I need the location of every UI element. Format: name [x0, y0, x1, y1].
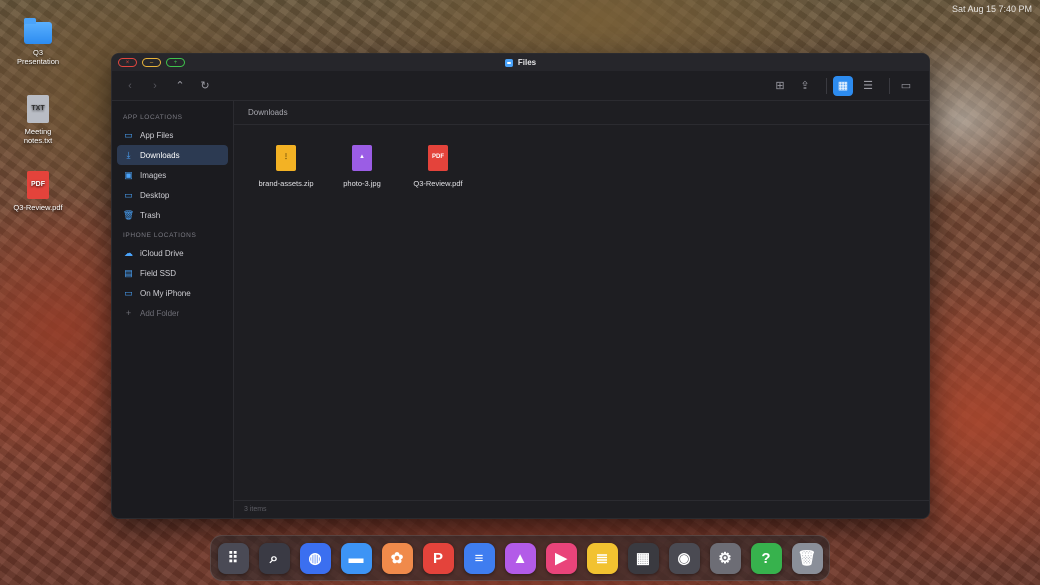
- sidebar-item-downloads[interactable]: ⤓ Downloads: [117, 145, 228, 165]
- breadcrumb: Downloads: [234, 101, 929, 125]
- file-item-photo-3[interactable]: ▲ photo-3.jpg: [334, 145, 390, 189]
- browser-icon[interactable]: ◍: [299, 542, 331, 574]
- up-button[interactable]: ⌃: [170, 76, 190, 96]
- sidebar-item-label: Downloads: [140, 150, 180, 160]
- trash-icon[interactable]: 🗑: [791, 542, 823, 574]
- list-view-button[interactable]: ☰: [858, 76, 878, 96]
- zip-file-icon: ⋮: [276, 145, 296, 171]
- camera-icon[interactable]: ◉: [668, 542, 700, 574]
- desktop-icon-q3-presentation[interactable]: Q3 Presentation: [13, 18, 63, 67]
- files-app-icon: [504, 58, 513, 67]
- files-window: × – + Files ‹ › ⌃ ↻ ⊞ ⇪ ▦ ☰ ▭ App Locati…: [111, 53, 930, 519]
- title-bar[interactable]: × – + Files: [112, 54, 929, 71]
- forward-button[interactable]: ›: [145, 76, 165, 96]
- minimize-button[interactable]: –: [142, 58, 161, 67]
- docs-icon[interactable]: ≡: [463, 542, 495, 574]
- sidebar-item-label: Field SSD: [140, 268, 177, 278]
- sidebar-item-label: On My iPhone: [140, 288, 191, 298]
- photos-icon[interactable]: ✿: [381, 542, 413, 574]
- launchpad-icon[interactable]: ⠿: [217, 542, 249, 574]
- plus-icon: +: [125, 308, 132, 318]
- pdf-file-icon: PDF: [27, 171, 49, 199]
- sidebar-item-label: iCloud Drive: [140, 248, 184, 258]
- refresh-button[interactable]: ↻: [195, 76, 215, 96]
- sidebar-item-trash[interactable]: 🗑 Trash: [117, 205, 228, 225]
- toolbar: ‹ › ⌃ ↻ ⊞ ⇪ ▦ ☰ ▭: [112, 71, 929, 101]
- sidebar-item-images[interactable]: ▣ Images: [117, 165, 228, 185]
- sidebar-item-label: Trash: [140, 210, 161, 220]
- cloud-icon: ☁: [124, 247, 133, 258]
- image-icon: ▣: [124, 169, 133, 180]
- desktop-icon-label: Q3 Presentation: [16, 48, 60, 67]
- sidebar-item-desktop[interactable]: ▭ Desktop: [117, 185, 228, 205]
- file-item-q3-review[interactable]: PDF Q3-Review.pdf: [410, 145, 466, 189]
- sidebar-section-iphone-locations: iPhone Locations: [123, 232, 197, 239]
- airplay-button[interactable]: ▭: [896, 76, 916, 96]
- folder-icon: ▭: [124, 287, 133, 298]
- finder-search-icon[interactable]: ⌕: [258, 542, 290, 574]
- window-title: Files: [517, 58, 537, 67]
- add-folder-label: Add Folder: [140, 308, 180, 318]
- help-icon[interactable]: ?: [750, 542, 782, 574]
- text-file-icon: TXT: [27, 95, 49, 123]
- download-icon: ⤓: [126, 149, 131, 160]
- sidebar-item-on-my-iphone[interactable]: ▭ On My iPhone: [117, 283, 228, 303]
- window-controls: × – +: [118, 58, 185, 67]
- pdf-file-icon: PDF: [428, 145, 448, 171]
- status-clock: Sat Aug 15 7:40 PM: [951, 4, 1032, 14]
- file-item-brand-assets[interactable]: ⋮ brand-assets.zip: [258, 145, 314, 189]
- item-count: 3 items: [244, 506, 267, 513]
- sidebar-item-icloud-drive[interactable]: ☁ iCloud Drive: [117, 243, 228, 263]
- dock: ⠿ ⌕ ◍ ▬ ✿ P ≡ ▲ ▶ ≣ ▦ ◉ ⚙ ? 🗑: [210, 535, 830, 581]
- notes-icon[interactable]: ≣: [586, 542, 618, 574]
- window-body: App Locations ▭ App Files ⤓ Downloads ▣ …: [112, 101, 929, 518]
- pdf-icon[interactable]: P: [422, 542, 454, 574]
- file-name: photo-3.jpg: [343, 179, 381, 188]
- grid-view-button[interactable]: ▦: [833, 75, 853, 96]
- add-folder-button[interactable]: + Add Folder: [117, 303, 228, 323]
- drive-icon: ▤: [124, 267, 133, 278]
- maximize-button[interactable]: +: [166, 58, 185, 67]
- sidebar-section-app-locations: App Locations: [123, 114, 183, 121]
- file-grid: ⋮ brand-assets.zip ▲ photo-3.jpg PDF Q3-…: [234, 125, 929, 189]
- folder-icon: ▭: [124, 129, 133, 140]
- back-button[interactable]: ‹: [120, 76, 140, 96]
- video-icon[interactable]: ▶: [545, 542, 577, 574]
- sidebar-item-label: App Files: [140, 130, 174, 140]
- item-count-bar: 3 items: [234, 500, 929, 518]
- gallery-icon[interactable]: ▲: [504, 542, 536, 574]
- new-folder-button[interactable]: ⊞: [770, 76, 790, 96]
- file-name: brand-assets.zip: [258, 179, 314, 188]
- window-title-group: Files: [504, 58, 537, 67]
- desktop-icon-meeting-notes[interactable]: TXT Meeting notes.txt: [13, 95, 63, 146]
- files-icon[interactable]: ▬: [340, 542, 372, 574]
- toolbar-divider: [889, 77, 890, 94]
- sidebar-item-label: Desktop: [140, 190, 170, 200]
- close-button[interactable]: ×: [118, 58, 137, 67]
- sidebar: App Locations ▭ App Files ⤓ Downloads ▣ …: [112, 101, 234, 518]
- image-file-icon: ▲: [352, 145, 372, 171]
- folder-icon: [24, 18, 52, 44]
- trash-icon: 🗑: [122, 209, 135, 220]
- monitor-icon: ▭: [124, 189, 133, 200]
- sidebar-item-field-ssd[interactable]: ▤ Field SSD: [117, 263, 228, 283]
- desktop-icon-label: Q3-Review.pdf: [13, 203, 63, 212]
- file-browser-pane: Downloads ⋮ brand-assets.zip ▲ photo-3.j…: [234, 101, 929, 518]
- calculator-icon[interactable]: ▦: [627, 542, 659, 574]
- desktop-icon-q3-review[interactable]: PDF Q3-Review.pdf: [13, 171, 63, 212]
- file-name: Q3-Review.pdf: [413, 179, 463, 188]
- sidebar-item-label: Images: [140, 170, 167, 180]
- toolbar-divider: [826, 77, 827, 94]
- sidebar-item-app-files[interactable]: ▭ App Files: [117, 125, 228, 145]
- breadcrumb-current[interactable]: Downloads: [248, 108, 288, 117]
- settings-icon[interactable]: ⚙: [709, 542, 741, 574]
- desktop-icon-label: Meeting notes.txt: [23, 127, 53, 146]
- share-button[interactable]: ⇪: [795, 76, 815, 96]
